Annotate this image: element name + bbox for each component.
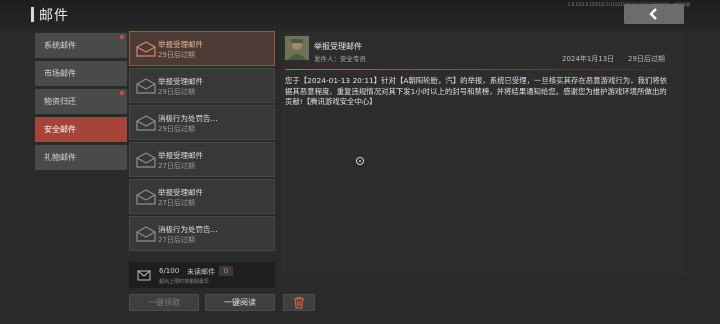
mail-detail: 举报受理邮件 发件人：安全专员 2024年1月13日 29日后过期 您于【202… [281,31,684,274]
sidebar-item-gift[interactable]: 礼物邮件 [35,145,127,170]
read-all-button[interactable]: 一键阅读 [205,294,275,311]
back-button[interactable] [624,4,684,24]
sidebar-item-label: 市场邮件 [44,69,76,78]
detail-body: 您于【2024-01-13 20:11】针对【A朝阳轮胎，汽】的举报，系统已受理… [285,76,668,106]
mail-expire: 29日后过期 [158,51,195,59]
mail-title: 举报受理邮件 [158,40,203,49]
detail-divider [285,69,675,70]
mail-expire: 29日后过期 [158,88,195,96]
title-marker [31,7,34,22]
envelope-icon [136,41,156,57]
detail-title: 举报受理邮件 [314,42,362,51]
mail-title: 举报受理邮件 [158,151,203,160]
unread-count: 6/100 [159,267,180,275]
envelope-icon [136,226,156,242]
mail-item[interactable]: 举报受理邮件 27日后过期 [129,142,275,177]
sidebar-item-supply-return[interactable]: 物资归还 [35,89,127,114]
unread-label: 未读邮件 [187,268,215,276]
sidebar-item-label: 礼物邮件 [44,153,76,162]
sender-avatar [285,36,309,60]
mail-item[interactable]: 举报受理邮件 27日后过期 [129,179,275,214]
envelope-icon [136,189,156,205]
cursor-icon [356,157,364,165]
sidebar-item-system[interactable]: 系统邮件 [35,33,127,58]
mail-title: 消极行为处罚告... [158,114,218,123]
envelope-icon [136,152,156,168]
sidebar-item-label: 安全邮件 [44,125,76,134]
unread-hint: 超出上限时将删除最早 [159,279,210,285]
unread-dot [120,35,124,39]
mail-expire: 27日后过期 [158,162,195,170]
sidebar-item-security[interactable]: 安全邮件 [35,117,127,142]
sidebar-item-label: 系统邮件 [44,41,76,50]
envelope-icon [136,78,156,94]
mail-title: 举报受理邮件 [158,188,203,197]
unread-summary: 6/100 未读邮件 0 超出上限时将删除最早 [129,262,275,288]
detail-date: 2024年1月13日 [562,55,615,63]
detail-expire: 29日后过期 [628,55,665,63]
mail-list: 举报受理邮件 29日后过期 举报受理邮件 29日后过期 消极行为处罚告... 2… [129,31,275,253]
envelope-icon [137,270,151,281]
chevron-left-icon [649,8,657,20]
trash-icon [294,296,304,309]
sidebar: 系统邮件 市场邮件 物资归还 安全邮件 礼物邮件 [35,33,127,173]
mail-item[interactable]: 举报受理邮件 29日后过期 [129,31,275,66]
unread-badge: 0 [219,266,233,276]
sidebar-item-market[interactable]: 市场邮件 [35,61,127,86]
mail-title: 举报受理邮件 [158,77,203,86]
mail-expire: 27日后过期 [158,236,195,244]
mail-item[interactable]: 消极行为处罚告... 29日后过期 [129,105,275,140]
mail-item[interactable]: 消极行为处罚告... 27日后过期 [129,216,275,251]
delete-button[interactable] [283,294,315,311]
mail-title: 消极行为处罚告... [158,225,218,234]
mail-item[interactable]: 举报受理邮件 29日后过期 [129,68,275,103]
mail-expire: 27日后过期 [158,199,195,207]
unread-dot [120,91,124,95]
envelope-icon [136,115,156,131]
mail-expire: 29日后过期 [158,125,195,133]
sidebar-item-label: 物资归还 [44,97,76,106]
page-title: 邮件 [39,8,69,24]
detail-sender: 发件人：安全专员 [314,55,366,63]
collect-all-button[interactable]: 一键领取 [129,294,199,311]
